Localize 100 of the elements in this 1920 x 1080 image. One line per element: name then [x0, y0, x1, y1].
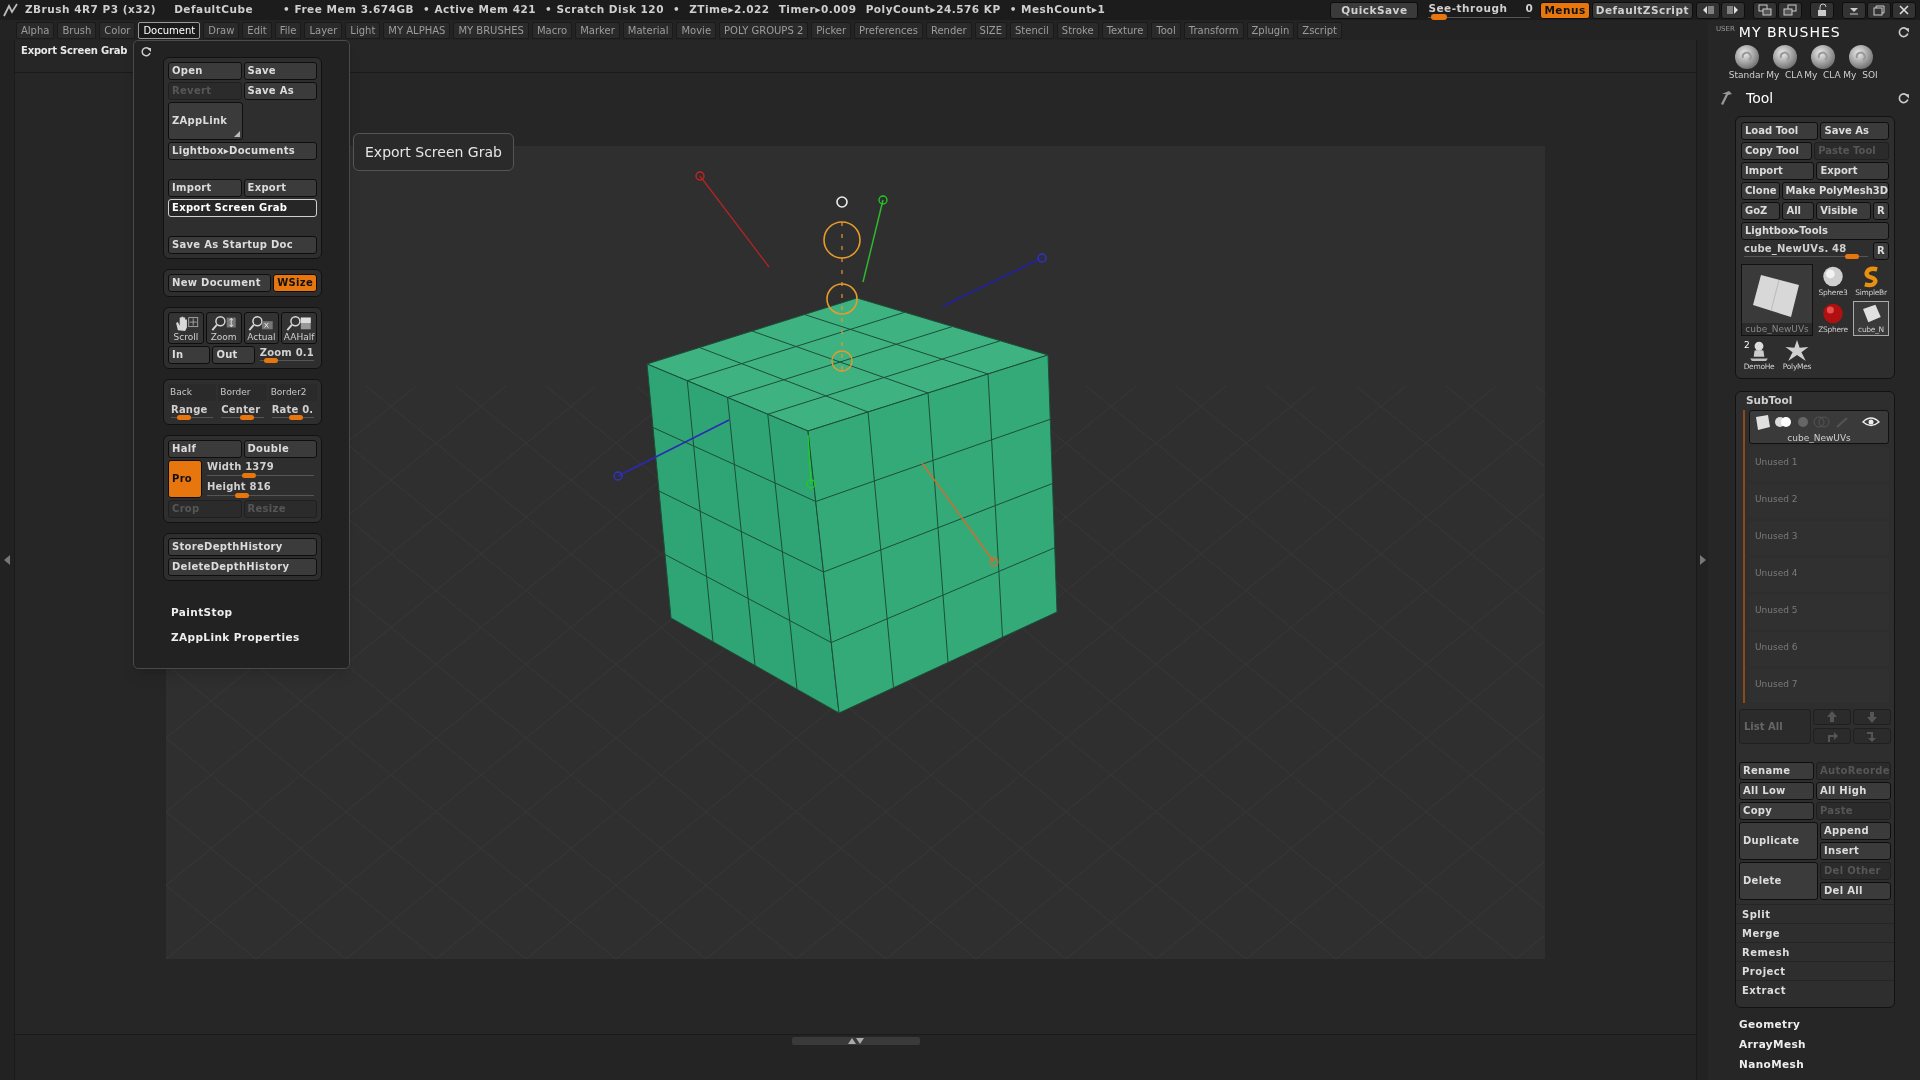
subpalette-item[interactable]: Geometry: [1739, 1018, 1914, 1031]
menu-item[interactable]: Light: [345, 21, 381, 39]
slider-thumb[interactable]: [242, 473, 257, 478]
button[interactable]: Copy: [1739, 802, 1814, 820]
brush-button[interactable]: Standar: [1728, 44, 1765, 86]
menu-item[interactable]: Stencil: [1010, 21, 1054, 39]
button[interactable]: Save As: [243, 82, 317, 100]
menu-item[interactable]: Picker: [811, 21, 852, 39]
menu-item[interactable]: File: [274, 21, 302, 39]
slider[interactable]: cube_NewUVs. 48: [1741, 242, 1871, 259]
menu-item[interactable]: Transform: [1183, 21, 1244, 39]
button[interactable]: New Document: [168, 274, 272, 292]
button[interactable]: Delete: [1739, 862, 1818, 900]
window-button[interactable]: [1753, 1, 1777, 19]
button[interactable]: Import: [168, 179, 242, 197]
menu-item[interactable]: Document: [138, 21, 201, 39]
slider-thumb[interactable]: [176, 415, 191, 420]
button[interactable]: GoZ: [1741, 202, 1781, 220]
button[interactable]: All Low: [1739, 782, 1814, 800]
menu-item[interactable]: MY ALPHAS: [383, 21, 451, 39]
window-button[interactable]: [1696, 1, 1720, 19]
transpose-gizmo-drawing[interactable]: [613, 171, 1047, 567]
slider[interactable]: Zoom 0.1: [256, 346, 317, 363]
slider[interactable]: Rate 0.: [268, 403, 317, 420]
menu-item[interactable]: Split: [1736, 904, 1894, 923]
button[interactable]: Lightbox▸Documents: [168, 142, 317, 160]
brush-button[interactable]: My CLA: [1766, 44, 1803, 86]
see-through-slider[interactable]: See-through 0: [1424, 1, 1535, 19]
slider-thumb[interactable]: [239, 415, 254, 420]
window-button[interactable]: [1778, 1, 1802, 19]
button[interactable]: Export: [1816, 162, 1889, 180]
slider-thumb[interactable]: [1430, 14, 1447, 20]
menu-item[interactable]: Edit: [242, 21, 272, 39]
button[interactable]: WSize: [273, 274, 317, 292]
subpalette-item[interactable]: ZAppLink Properties: [171, 629, 322, 646]
slider[interactable]: Width 1379: [204, 460, 317, 478]
menu-item[interactable]: Alpha: [16, 21, 55, 39]
color-swatch[interactable]: Border2: [268, 384, 317, 401]
tool-thumbnail[interactable]: cube_NewUVs: [1741, 264, 1813, 336]
menu-item[interactable]: Color: [99, 21, 136, 39]
menu-item[interactable]: Stroke: [1056, 21, 1099, 39]
slider[interactable]: Center: [218, 403, 267, 420]
menus-button[interactable]: Menus: [1540, 1, 1590, 19]
button[interactable]: DeleteDepthHistory: [168, 558, 317, 576]
window-button[interactable]: [1892, 1, 1916, 19]
resize-handle[interactable]: [791, 1037, 920, 1045]
menu-item[interactable]: Layer: [304, 21, 343, 39]
window-button[interactable]: [1867, 1, 1891, 19]
button[interactable]: Lightbox▸Tools: [1741, 222, 1889, 240]
window-button[interactable]: [1810, 1, 1834, 19]
slider-thumb[interactable]: [234, 493, 249, 498]
brush-button[interactable]: My CLA: [1804, 44, 1841, 86]
tool-button[interactable]: AAHalf: [281, 312, 317, 344]
button[interactable]: Save As Startup Doc: [168, 236, 317, 254]
menu-item[interactable]: Extract: [1736, 980, 1894, 999]
subpalette-item[interactable]: ArrayMesh: [1739, 1038, 1914, 1051]
button[interactable]: Duplicate: [1739, 822, 1818, 860]
button[interactable]: All: [1782, 202, 1815, 220]
button[interactable]: Del All: [1820, 882, 1891, 900]
button[interactable]: In: [168, 346, 211, 364]
subtool-item[interactable]: cube_NewUVs: [1749, 410, 1889, 444]
tool-button[interactable]: Actual: [243, 312, 280, 344]
menu-item[interactable]: Macro: [531, 21, 573, 39]
button[interactable]: Save: [243, 62, 317, 80]
menu-item[interactable]: Movie: [676, 21, 717, 39]
button[interactable]: Rename: [1739, 762, 1814, 780]
menu-item[interactable]: Render: [925, 21, 972, 39]
slider-thumb[interactable]: [263, 358, 278, 363]
button[interactable]: Double: [243, 440, 317, 458]
menu-item[interactable]: Material: [622, 21, 674, 39]
button[interactable]: R: [1873, 202, 1889, 220]
menu-item[interactable]: Draw: [203, 21, 240, 39]
button[interactable]: Export: [243, 179, 317, 197]
tool-button[interactable]: Zoom: [205, 312, 242, 344]
slider-thumb[interactable]: [1845, 254, 1860, 259]
window-button[interactable]: [1721, 1, 1745, 19]
button[interactable]: Pro: [168, 460, 202, 498]
color-swatch[interactable]: Border: [218, 384, 267, 401]
subpalette-item[interactable]: PaintStop: [171, 605, 322, 621]
cube-drawing[interactable]: [646, 297, 1058, 714]
menu-item[interactable]: Brush: [57, 21, 97, 39]
button[interactable]: Save As: [1820, 122, 1889, 140]
slider-thumb[interactable]: [288, 415, 303, 420]
menu-item[interactable]: Remesh: [1736, 942, 1894, 961]
button[interactable]: Load Tool: [1741, 122, 1819, 140]
slider[interactable]: Range: [168, 403, 217, 420]
button[interactable]: Copy Tool: [1741, 142, 1813, 160]
tool-button[interactable]: Scroll: [168, 312, 204, 344]
button[interactable]: All High: [1816, 782, 1891, 800]
button[interactable]: Insert: [1820, 842, 1891, 860]
button[interactable]: Open: [168, 62, 242, 80]
menu-item[interactable]: Preferences: [854, 21, 923, 39]
quicksave-button[interactable]: QuickSave: [1330, 1, 1419, 19]
window-button[interactable]: [1842, 1, 1866, 19]
button[interactable]: ZAppLink: [168, 102, 243, 140]
button[interactable]: StoreDepthHistory: [168, 538, 317, 556]
button[interactable]: Visible: [1816, 202, 1871, 220]
slider[interactable]: Height 816: [204, 480, 317, 498]
menu-item[interactable]: Zplugin: [1246, 21, 1295, 39]
brush-button[interactable]: My SOI: [1842, 44, 1879, 86]
